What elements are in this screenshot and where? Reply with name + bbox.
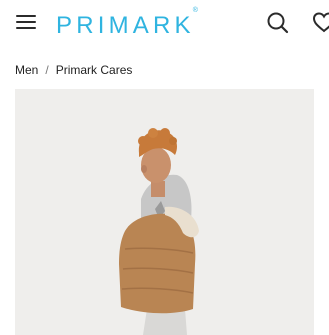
product-photo [15, 89, 314, 335]
page: PRIMARK® Men / Primark Cares [0, 0, 329, 335]
hamburger-menu-icon[interactable] [16, 14, 36, 30]
breadcrumb-separator: / [45, 63, 49, 77]
site-header: PRIMARK® [0, 0, 329, 46]
breadcrumb-item-men[interactable]: Men [15, 63, 38, 77]
logo-text: PRIMARK [56, 12, 195, 39]
logo-registered-mark: ® [192, 7, 198, 14]
search-icon[interactable] [266, 11, 290, 35]
primark-logo[interactable]: PRIMARK® [56, 7, 200, 40]
product-image[interactable] [15, 89, 314, 335]
heart-icon[interactable] [312, 11, 329, 35]
breadcrumb-item-primark-cares[interactable]: Primark Cares [56, 63, 133, 77]
breadcrumb: Men / Primark Cares [15, 63, 132, 77]
